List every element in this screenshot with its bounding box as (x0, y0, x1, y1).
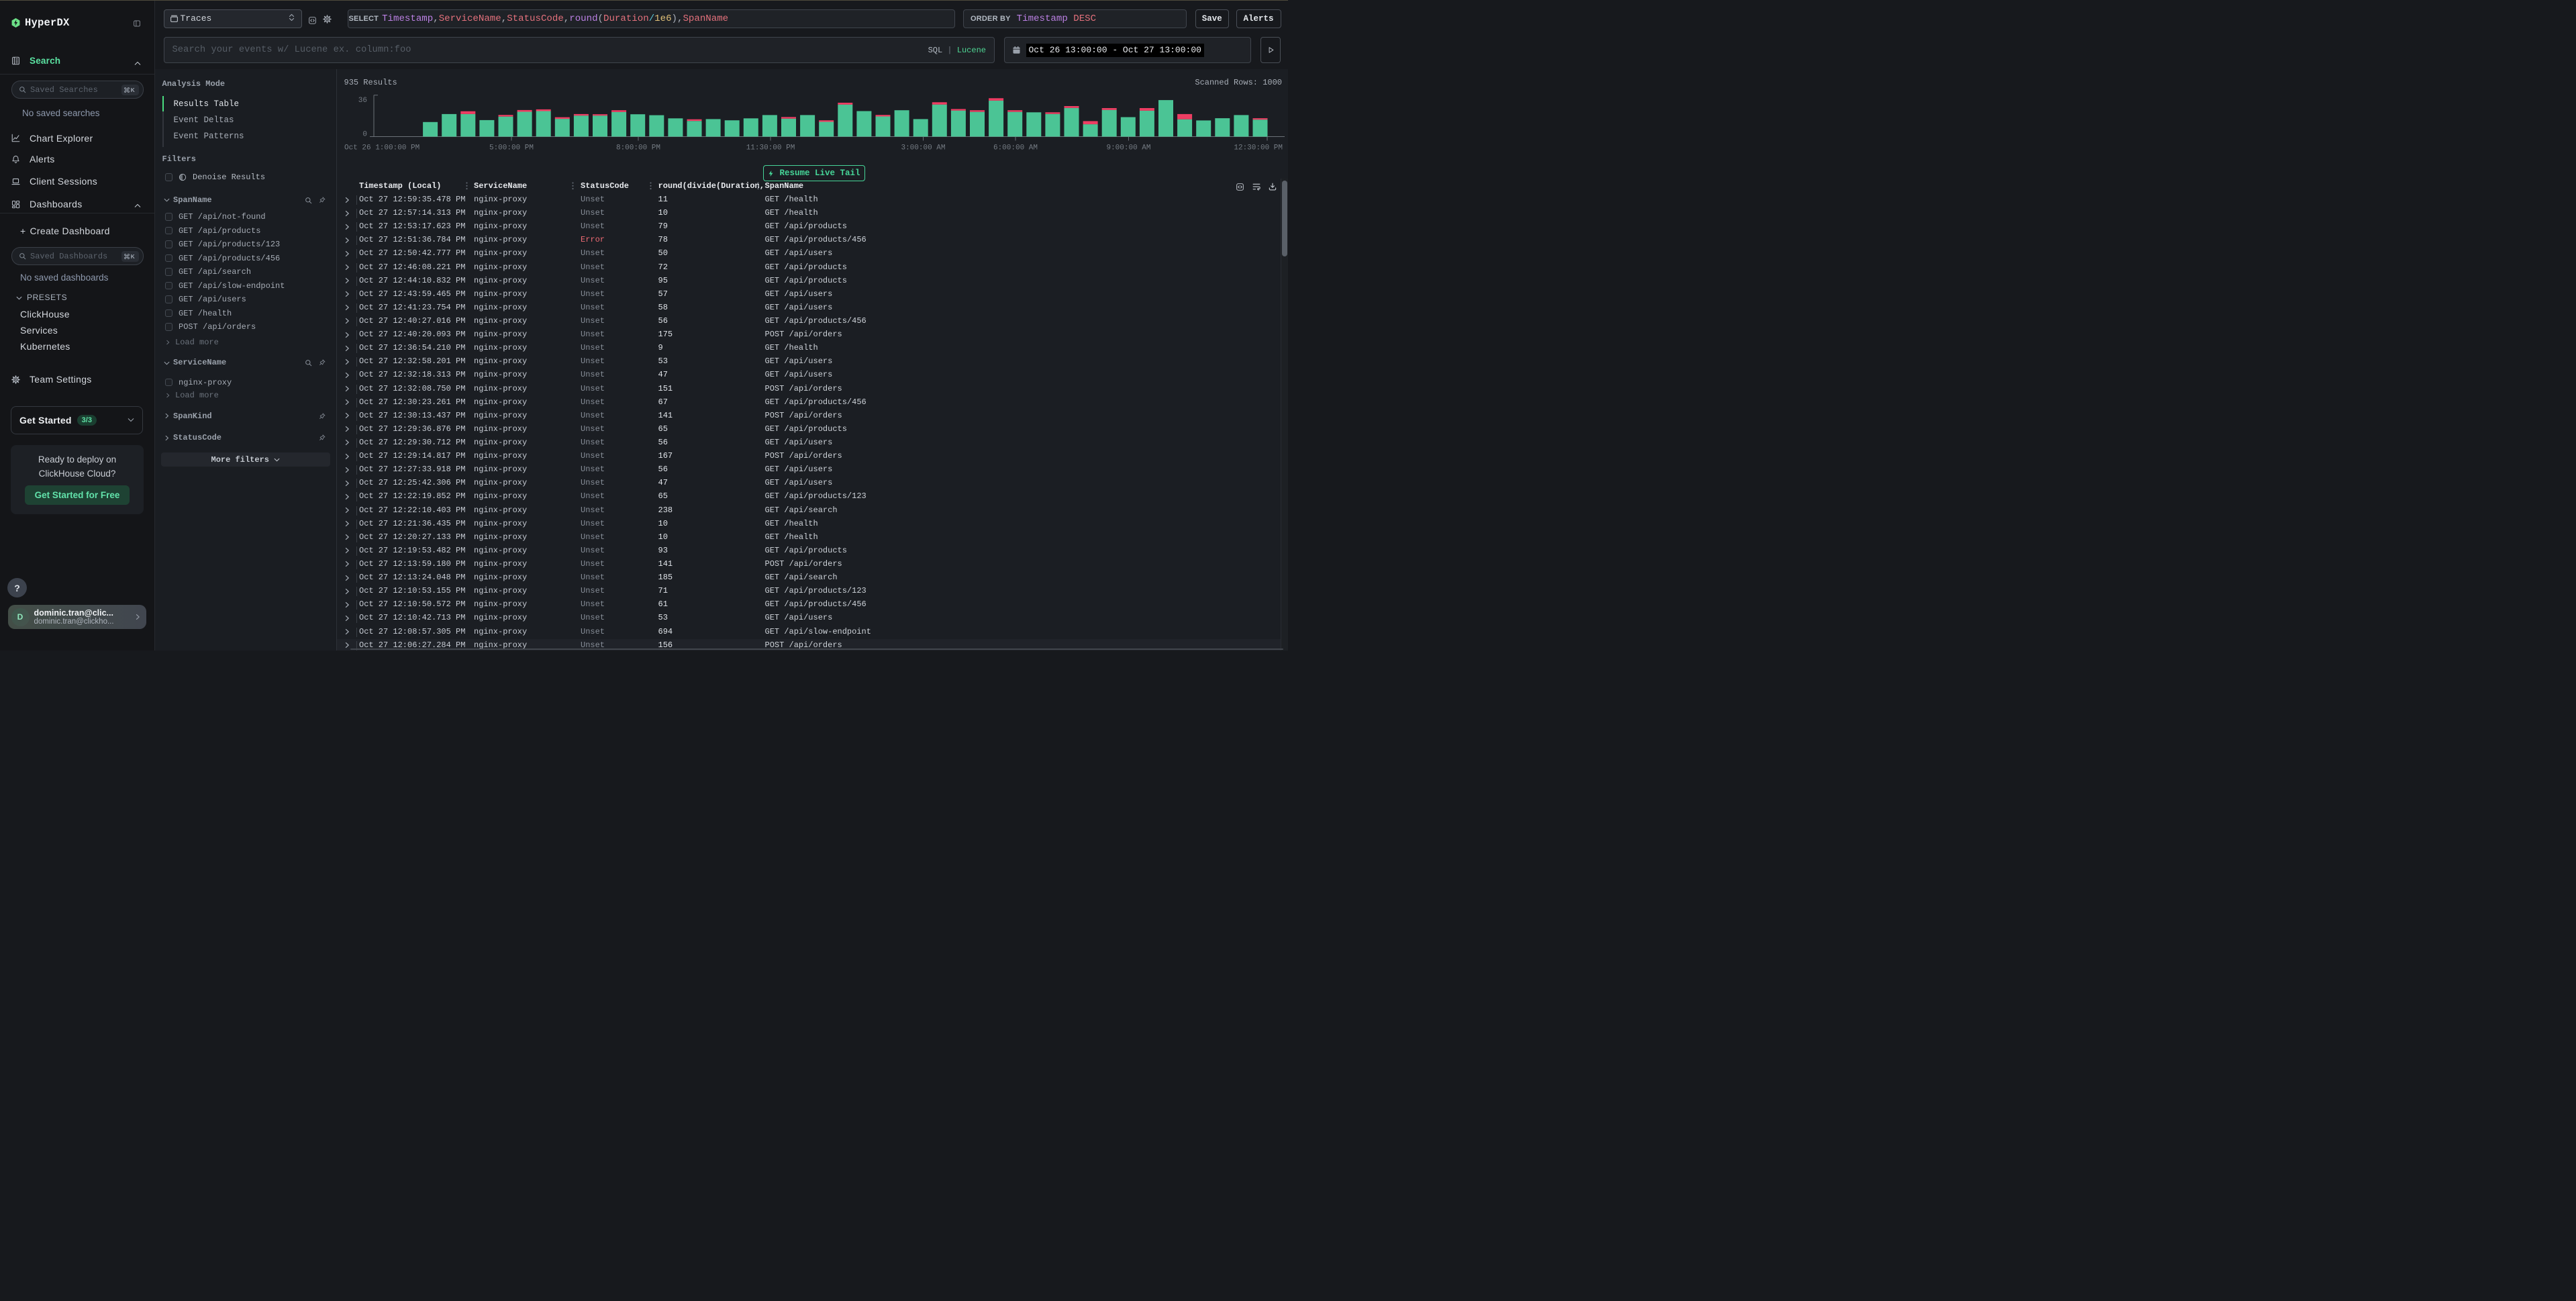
svg-text:8:00:00 PM: 8:00:00 PM (615, 144, 660, 152)
svg-text:K: K (131, 87, 135, 93)
svg-text:36: 36 (358, 96, 366, 104)
svg-text:Oct 26 1:00:00 PM: Oct 26 1:00:00 PM (344, 144, 419, 152)
svg-text:12:30:00 PM: 12:30:00 PM (1234, 144, 1283, 152)
svg-text:9:00:00 AM: 9:00:00 AM (1106, 144, 1150, 152)
svg-text:11:30:00 PM: 11:30:00 PM (746, 144, 795, 152)
svg-text:3:00:00 AM: 3:00:00 AM (901, 144, 945, 152)
svg-text:6:00:00 AM: 6:00:00 AM (993, 144, 1037, 152)
svg-text:K: K (131, 253, 135, 260)
svg-text:5:00:00 PM: 5:00:00 PM (489, 144, 533, 152)
svg-text:0: 0 (362, 130, 367, 138)
